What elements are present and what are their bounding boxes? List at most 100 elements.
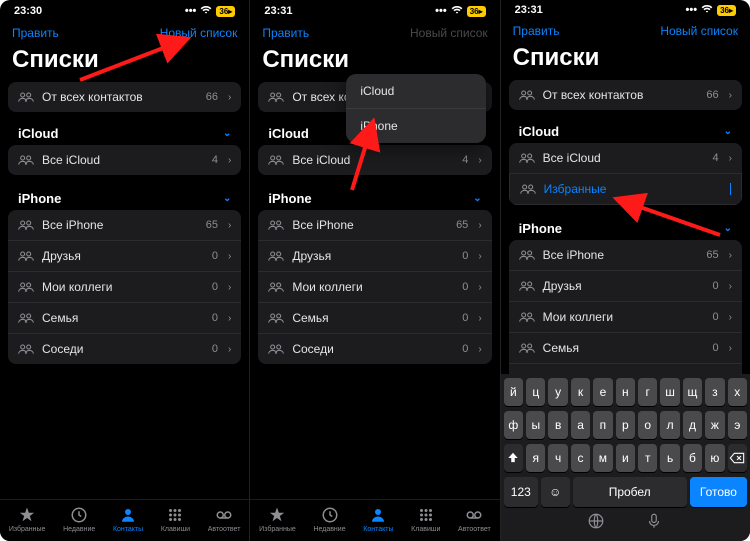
recents-icon xyxy=(320,506,340,524)
contacts-icon xyxy=(368,506,388,524)
key-ы[interactable]: ы xyxy=(526,411,545,439)
section-title: iPhone xyxy=(519,221,562,236)
key-з[interactable]: з xyxy=(705,378,724,406)
edit-button[interactable]: Править xyxy=(513,24,560,38)
list-count: 0 xyxy=(462,343,468,355)
list-row[interactable]: Мои коллеги 0› xyxy=(509,301,742,332)
list-row[interactable]: Соседи 0› xyxy=(509,363,742,374)
key-х[interactable]: х xyxy=(728,378,747,406)
numbers-key[interactable]: 123 xyxy=(504,477,538,507)
emoji-key[interactable]: ☺ xyxy=(541,477,570,507)
list-row[interactable]: От всех контактов 66› xyxy=(8,82,241,112)
key-ж[interactable]: ж xyxy=(705,411,724,439)
key-а[interactable]: а xyxy=(571,411,590,439)
keypad-icon xyxy=(165,506,185,524)
key-ф[interactable]: ф xyxy=(504,411,523,439)
key-э[interactable]: э xyxy=(728,411,747,439)
done-key[interactable]: Готово xyxy=(690,477,747,507)
section-header[interactable]: iPhone ⌄ xyxy=(258,183,491,210)
new-list-button[interactable]: Новый список xyxy=(410,26,488,40)
section-header[interactable]: iCloud ⌄ xyxy=(509,116,742,143)
list-label: Все iCloud xyxy=(42,153,204,167)
list-row[interactable]: Все iCloud 4› xyxy=(509,143,742,173)
key-щ[interactable]: щ xyxy=(683,378,702,406)
section-header[interactable]: iPhone ⌄ xyxy=(8,183,241,210)
backspace-key[interactable] xyxy=(728,444,747,472)
tab-recents[interactable]: Недавние xyxy=(313,506,345,533)
key-л[interactable]: л xyxy=(660,411,679,439)
chevron-right-icon: › xyxy=(729,312,732,323)
globe-icon[interactable] xyxy=(587,512,605,530)
list-row[interactable]: Друзья 0› xyxy=(258,240,491,271)
new-list-button[interactable]: Новый список xyxy=(660,24,738,38)
list-row[interactable]: Друзья 0› xyxy=(8,240,241,271)
space-key[interactable]: Пробел xyxy=(573,477,687,507)
list-row[interactable]: Соседи 0› xyxy=(258,333,491,364)
key-у[interactable]: у xyxy=(548,378,567,406)
list-row[interactable]: Семья 0› xyxy=(8,302,241,333)
section-header[interactable]: iPhone ⌄ xyxy=(509,213,742,240)
key-ц[interactable]: ц xyxy=(526,378,545,406)
mic-icon[interactable] xyxy=(645,512,663,530)
tab-voicemail[interactable]: Автоответ xyxy=(208,506,241,533)
key-ю[interactable]: ю xyxy=(705,444,724,472)
key-к[interactable]: к xyxy=(571,378,590,406)
list-row[interactable]: Мои коллеги 0› xyxy=(8,271,241,302)
list-row[interactable]: Все iCloud 4› xyxy=(8,145,241,175)
list-row[interactable]: От всех контактов 66› xyxy=(509,80,742,110)
chevron-right-icon: › xyxy=(729,153,732,164)
tab-contacts[interactable]: Контакты xyxy=(113,506,143,533)
tab-keypad[interactable]: Клавиши xyxy=(161,506,190,533)
key-ь[interactable]: ь xyxy=(660,444,679,472)
tab-favorites[interactable]: Избранные xyxy=(259,506,296,533)
key-н[interactable]: н xyxy=(616,378,635,406)
edit-button[interactable]: Править xyxy=(262,26,309,40)
key-г[interactable]: г xyxy=(638,378,657,406)
list-row[interactable]: Мои коллеги 0› xyxy=(258,271,491,302)
list-row[interactable]: Все iPhone 65› xyxy=(509,240,742,270)
list-row[interactable]: Друзья 0› xyxy=(509,270,742,301)
popup-option[interactable]: iPhone xyxy=(346,108,486,143)
tab-label: Клавиши xyxy=(411,526,440,533)
page-title: Списки xyxy=(0,46,249,82)
key-о[interactable]: о xyxy=(638,411,657,439)
list-row[interactable]: Все iPhone 65› xyxy=(258,210,491,240)
list-row[interactable]: Все iCloud 4› xyxy=(258,145,491,175)
tab-voicemail[interactable]: Автоответ xyxy=(458,506,491,533)
key-в[interactable]: в xyxy=(548,411,567,439)
key-т[interactable]: т xyxy=(638,444,657,472)
section-stack: Все iCloud 4› xyxy=(258,145,491,175)
list-row[interactable]: Избранные xyxy=(509,173,742,205)
chevron-down-icon: ⌄ xyxy=(473,193,481,204)
key-п[interactable]: п xyxy=(593,411,612,439)
popup-option[interactable]: iCloud xyxy=(346,74,486,108)
chevron-right-icon: › xyxy=(729,90,732,101)
people-icon xyxy=(18,311,34,325)
key-и[interactable]: и xyxy=(616,444,635,472)
list-row[interactable]: Семья 0› xyxy=(509,332,742,363)
section-stack: Все iCloud 4› Избранные xyxy=(509,143,742,205)
key-ч[interactable]: ч xyxy=(548,444,567,472)
key-б[interactable]: б xyxy=(683,444,702,472)
key-р[interactable]: р xyxy=(616,411,635,439)
tab-favorites[interactable]: Избранные xyxy=(9,506,46,533)
key-ш[interactable]: ш xyxy=(660,378,679,406)
key-я[interactable]: я xyxy=(526,444,545,472)
chevron-down-icon: ⌄ xyxy=(724,126,732,137)
tab-keypad[interactable]: Клавиши xyxy=(411,506,440,533)
key-е[interactable]: е xyxy=(593,378,612,406)
key-с[interactable]: с xyxy=(571,444,590,472)
key-д[interactable]: д xyxy=(683,411,702,439)
key-й[interactable]: й xyxy=(504,378,523,406)
list-row[interactable]: Семья 0› xyxy=(258,302,491,333)
list-row[interactable]: Соседи 0› xyxy=(8,333,241,364)
edit-button[interactable]: Править xyxy=(12,26,59,40)
new-list-button[interactable]: Новый список xyxy=(160,26,238,40)
tab-recents[interactable]: Недавние xyxy=(63,506,95,533)
list-row[interactable]: Все iPhone 65› xyxy=(8,210,241,240)
section-header[interactable]: iCloud ⌄ xyxy=(8,118,241,145)
chevron-right-icon: › xyxy=(478,282,481,293)
shift-key[interactable] xyxy=(504,444,523,472)
key-м[interactable]: м xyxy=(593,444,612,472)
tab-contacts[interactable]: Контакты xyxy=(363,506,393,533)
